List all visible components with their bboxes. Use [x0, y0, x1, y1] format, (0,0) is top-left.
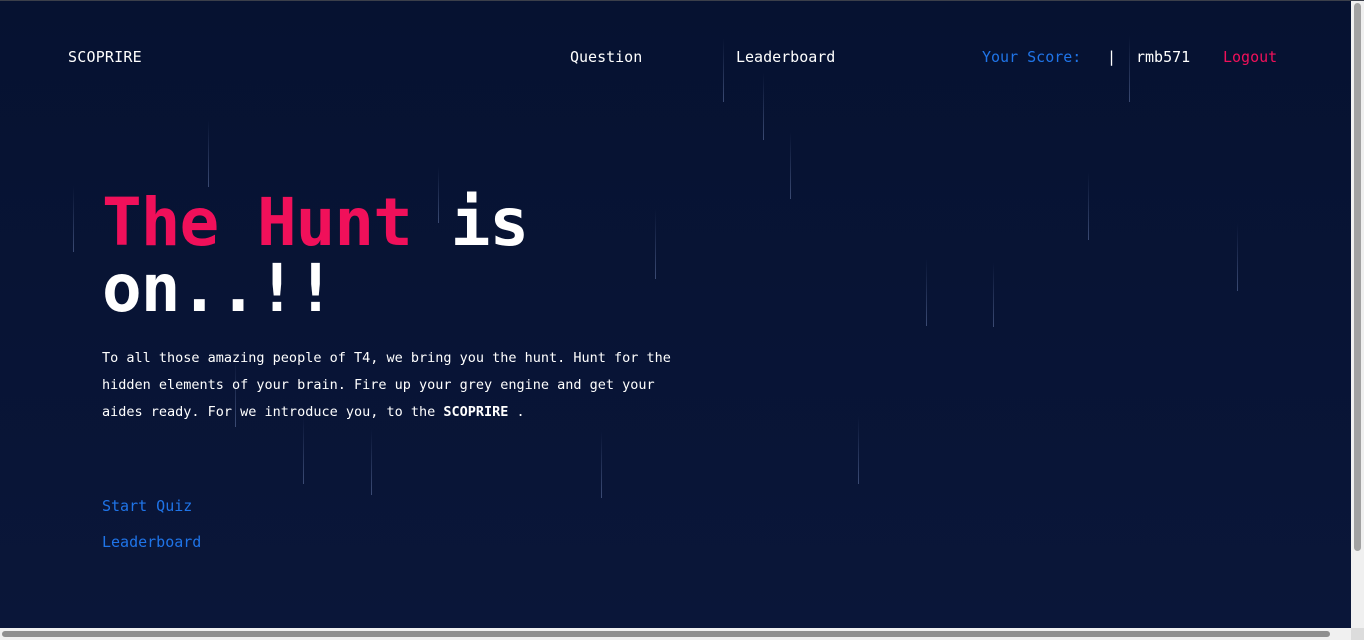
nav-question-link[interactable]: Question — [570, 48, 642, 66]
rain-streak — [926, 258, 927, 326]
score-label: Your Score: — [982, 48, 1082, 66]
vertical-scrollbar[interactable] — [1351, 1, 1364, 628]
rain-streak — [208, 120, 209, 187]
username: rmb571 — [1136, 48, 1191, 66]
nav-leaderboard-link[interactable]: Leaderboard — [736, 48, 835, 66]
intro-brand: SCOPRIRE — [443, 404, 509, 420]
rain-streak — [371, 429, 372, 495]
rain-streak — [763, 73, 764, 140]
start-quiz-link[interactable]: Start Quiz — [102, 497, 192, 515]
scrollbar-corner — [1351, 628, 1364, 640]
intro-paragraph: To all those amazing people of T4, we br… — [102, 345, 672, 426]
vertical-scrollbar-thumb[interactable] — [1354, 3, 1361, 551]
rain-streak — [1237, 223, 1238, 291]
rain-streak — [858, 416, 859, 484]
brand-logo[interactable]: SCOPRIRE — [68, 48, 142, 66]
rain-streak — [73, 186, 74, 252]
header-separator: | — [1107, 48, 1117, 66]
rain-streak — [723, 38, 724, 102]
logout-button[interactable]: Logout — [1223, 48, 1277, 66]
hero-title: The Hunt is on..!! — [102, 190, 662, 322]
rain-streak — [303, 417, 304, 484]
horizontal-scrollbar-thumb[interactable] — [2, 631, 1330, 637]
horizontal-scrollbar[interactable] — [0, 628, 1364, 640]
rain-streak — [1129, 36, 1130, 102]
rain-streak — [790, 132, 791, 199]
rain-streak — [601, 431, 602, 498]
page-viewport: SCOPRIRE Question Leaderboard Your Score… — [0, 1, 1351, 628]
rain-streak — [1088, 172, 1089, 240]
rain-streak — [993, 262, 994, 327]
intro-text: To all those amazing people of T4, we br… — [102, 350, 671, 420]
intro-end: . — [508, 404, 525, 420]
leaderboard-link[interactable]: Leaderboard — [102, 533, 201, 551]
